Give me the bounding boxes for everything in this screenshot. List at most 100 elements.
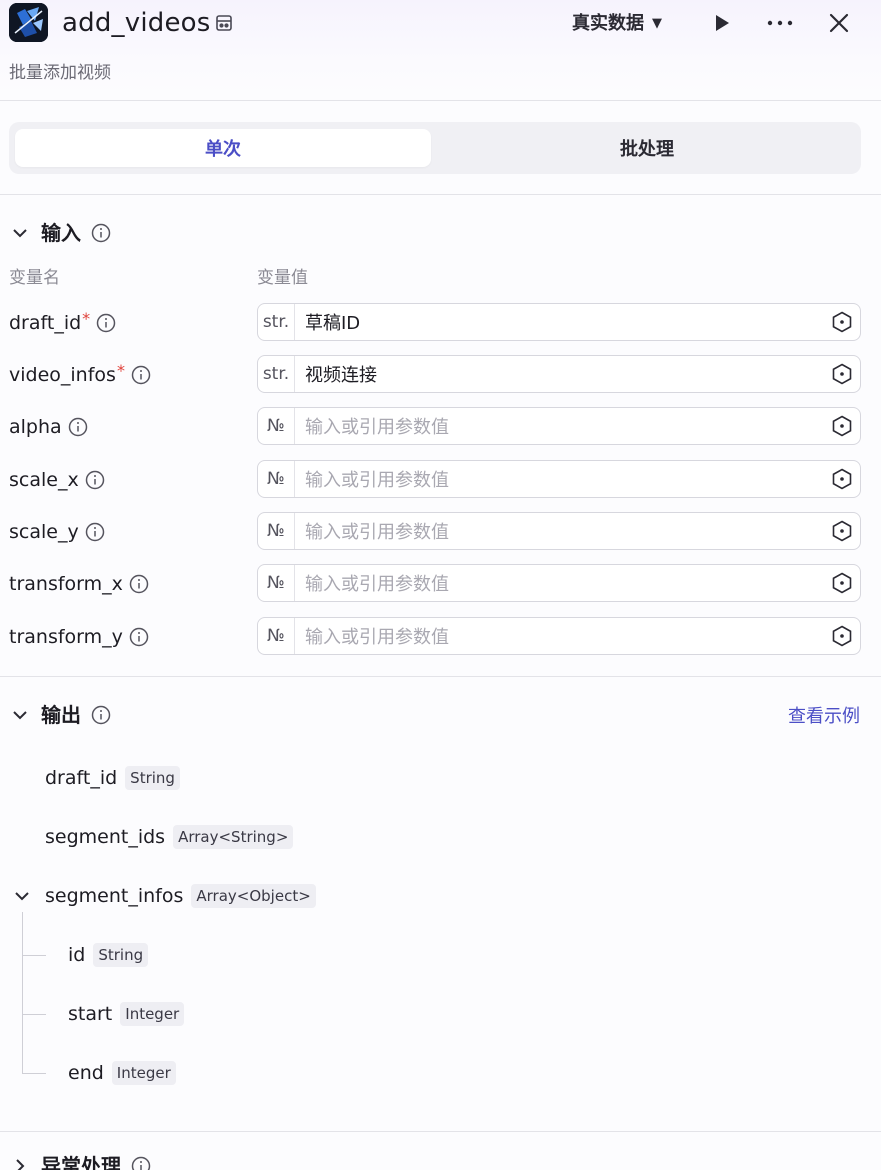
info-icon[interactable] xyxy=(129,574,149,594)
view-example-link[interactable]: 查看示例 xyxy=(788,704,860,730)
reference-icon[interactable] xyxy=(830,519,854,543)
param-label: transform_y xyxy=(9,626,123,648)
exception-section-title: 异常处理 xyxy=(41,1154,121,1170)
caret-down-icon: ▼ xyxy=(652,16,662,31)
param-value-field[interactable]: str. 草稿ID xyxy=(257,303,861,341)
type-tag: № xyxy=(258,565,295,601)
tree-connector xyxy=(22,1073,46,1074)
tree-connector xyxy=(22,955,46,956)
required-marker: * xyxy=(116,361,125,380)
type-badge: String xyxy=(93,943,149,967)
type-badge: Array<String> xyxy=(173,825,294,849)
param-value-field[interactable]: № 输入或引用参数值 xyxy=(257,407,861,445)
chevron-down-icon[interactable] xyxy=(9,704,31,726)
param-label: scale_y xyxy=(9,521,79,543)
param-name: draft_id * xyxy=(9,303,116,343)
app-logo xyxy=(9,3,48,42)
reference-icon[interactable] xyxy=(830,362,854,386)
reference-icon[interactable] xyxy=(830,310,854,334)
type-tag: № xyxy=(258,461,295,497)
output-field-name: segment_ids xyxy=(45,826,166,848)
mode-tabs: 单次 批处理 xyxy=(9,122,861,174)
input-section-header[interactable]: 输入 xyxy=(9,219,111,247)
param-value-field[interactable]: № 输入或引用参数值 xyxy=(257,460,861,498)
output-section-title: 输出 xyxy=(41,703,81,727)
required-marker: * xyxy=(82,309,91,328)
param-name: scale_y xyxy=(9,512,105,552)
param-row: video_infos * str. 视频连接 xyxy=(0,355,881,395)
divider xyxy=(0,676,881,677)
param-value[interactable]: 草稿ID xyxy=(295,309,830,335)
reference-icon[interactable] xyxy=(830,571,854,595)
param-label: scale_x xyxy=(9,469,79,491)
output-section-header[interactable]: 输出 xyxy=(9,701,111,729)
info-icon[interactable] xyxy=(131,365,151,385)
input-section-title: 输入 xyxy=(41,221,81,245)
param-value[interactable]: 视频连接 xyxy=(295,361,830,387)
param-label: alpha xyxy=(9,416,62,438)
param-value-field[interactable]: № 输入或引用参数值 xyxy=(257,512,861,550)
param-row: scale_x № 输入或引用参数值 xyxy=(0,460,881,500)
tab-batch[interactable]: 批处理 xyxy=(439,129,855,167)
info-icon[interactable] xyxy=(96,313,116,333)
data-mode-label: 真实数据 xyxy=(572,13,644,34)
param-value-field[interactable]: str. 视频连接 xyxy=(257,355,861,393)
param-row: transform_x № 输入或引用参数值 xyxy=(0,564,881,604)
header: add_videos 真实数据 ▼ 批量添加视频 xyxy=(0,0,881,101)
param-row: scale_y № 输入或引用参数值 xyxy=(0,512,881,552)
type-badge: Array<Object> xyxy=(191,884,316,908)
output-field-name: end xyxy=(68,1062,104,1084)
param-placeholder[interactable]: 输入或引用参数值 xyxy=(295,413,830,439)
tab-single[interactable]: 单次 xyxy=(15,129,431,167)
close-icon[interactable] xyxy=(826,10,852,36)
data-mode-dropdown[interactable]: 真实数据 ▼ xyxy=(572,12,662,36)
param-name: video_infos * xyxy=(9,355,151,395)
type-tag: № xyxy=(258,618,295,654)
info-icon[interactable] xyxy=(68,417,88,437)
reference-icon[interactable] xyxy=(830,414,854,438)
info-icon[interactable] xyxy=(131,1156,151,1170)
output-field: draft_id String xyxy=(45,763,180,793)
output-field-name: draft_id xyxy=(45,767,118,789)
chevron-down-icon[interactable] xyxy=(11,885,33,907)
exception-section-header[interactable]: 异常处理 xyxy=(9,1152,151,1170)
param-placeholder[interactable]: 输入或引用参数值 xyxy=(295,466,830,492)
param-placeholder[interactable]: 输入或引用参数值 xyxy=(295,623,830,649)
param-name: transform_x xyxy=(9,564,149,604)
info-icon[interactable] xyxy=(91,705,111,725)
app-title: add_videos xyxy=(62,8,211,38)
info-icon[interactable] xyxy=(129,627,149,647)
param-label: draft_id xyxy=(9,312,82,334)
reference-icon[interactable] xyxy=(830,624,854,648)
divider xyxy=(0,1131,881,1132)
type-tag: str. xyxy=(258,304,295,340)
param-name: scale_x xyxy=(9,460,105,500)
info-icon[interactable] xyxy=(85,470,105,490)
info-icon[interactable] xyxy=(85,522,105,542)
more-icon[interactable] xyxy=(767,10,793,36)
chevron-right-icon[interactable] xyxy=(9,1155,31,1170)
divider xyxy=(0,194,881,195)
param-label: transform_x xyxy=(9,573,123,595)
tree-connector xyxy=(22,1014,46,1015)
param-row: alpha № 输入或引用参数值 xyxy=(0,407,881,447)
output-field-name: id xyxy=(68,944,86,966)
play-icon[interactable] xyxy=(709,10,735,36)
param-value-field[interactable]: № 输入或引用参数值 xyxy=(257,564,861,602)
output-field: segment_ids Array<String> xyxy=(45,822,294,852)
param-placeholder[interactable]: 输入或引用参数值 xyxy=(295,570,830,596)
param-name: transform_y xyxy=(9,617,149,657)
output-field: segment_infos Array<Object> xyxy=(45,881,316,911)
chevron-down-icon[interactable] xyxy=(9,222,31,244)
param-value-field[interactable]: № 输入或引用参数值 xyxy=(257,617,861,655)
param-row: transform_y № 输入或引用参数值 xyxy=(0,617,881,657)
param-name: alpha xyxy=(9,407,88,447)
reference-icon[interactable] xyxy=(830,467,854,491)
type-badge: String xyxy=(125,766,180,790)
param-placeholder[interactable]: 输入或引用参数值 xyxy=(295,518,830,544)
info-icon[interactable] xyxy=(91,223,111,243)
column-header-value: 变量值 xyxy=(257,268,308,288)
subtitle: 批量添加视频 xyxy=(9,63,111,83)
store-icon[interactable] xyxy=(214,13,234,33)
type-tag: str. xyxy=(258,356,295,392)
